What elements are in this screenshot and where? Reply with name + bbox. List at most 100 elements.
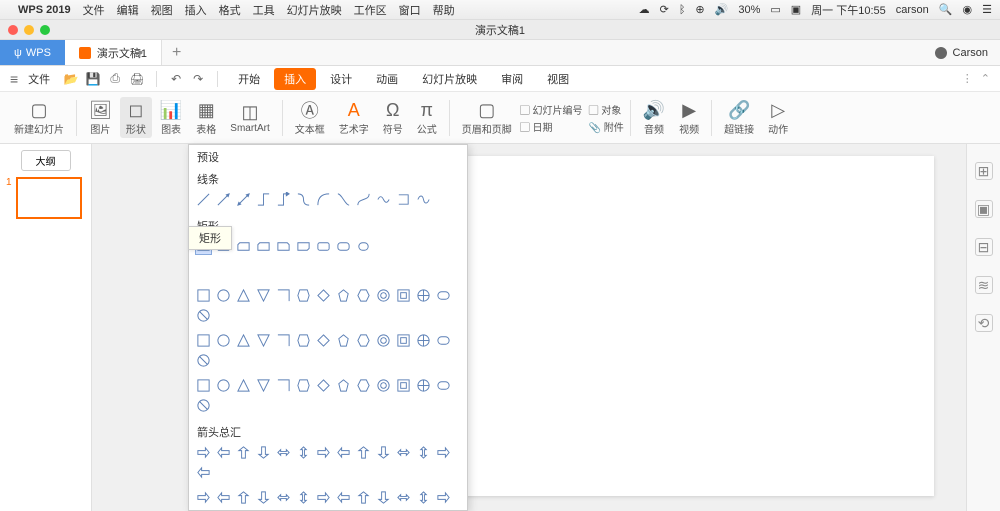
outline-button[interactable]: 大纲 bbox=[21, 150, 71, 171]
insert-chart-button[interactable]: 📊图表 bbox=[154, 97, 188, 138]
hamburger-icon[interactable]: ≡ bbox=[10, 71, 18, 87]
insert-textbox-button[interactable]: Ⓐ文本框 bbox=[289, 97, 331, 138]
shape-item[interactable] bbox=[395, 489, 412, 506]
date-button[interactable]: ▢ 日期 bbox=[520, 119, 583, 134]
shape-item[interactable] bbox=[395, 191, 412, 208]
shape-item[interactable] bbox=[295, 444, 312, 461]
shape-item[interactable] bbox=[235, 377, 252, 394]
shape-item[interactable] bbox=[235, 287, 252, 304]
insert-video-button[interactable]: ▶视频 bbox=[673, 97, 705, 138]
shape-item[interactable] bbox=[355, 332, 372, 349]
file-menu[interactable]: 文件 bbox=[28, 71, 50, 87]
shape-item[interactable] bbox=[335, 377, 352, 394]
shape-item[interactable] bbox=[215, 377, 232, 394]
shape-item[interactable] bbox=[295, 191, 312, 208]
shape-item[interactable] bbox=[295, 332, 312, 349]
shape-item[interactable] bbox=[255, 332, 272, 349]
shape-item[interactable] bbox=[295, 489, 312, 506]
shape-item[interactable] bbox=[315, 377, 332, 394]
shape-item[interactable] bbox=[215, 489, 232, 506]
slide-thumbnail[interactable] bbox=[16, 177, 82, 219]
open-icon[interactable]: 📂 bbox=[62, 70, 80, 88]
user-label[interactable]: carson bbox=[896, 4, 929, 16]
add-tab-button[interactable]: + bbox=[162, 40, 191, 65]
minimize-window-button[interactable] bbox=[24, 25, 34, 35]
shape-item[interactable] bbox=[235, 489, 252, 506]
menu-edit[interactable]: 编辑 bbox=[117, 2, 139, 18]
shape-item[interactable] bbox=[195, 489, 212, 506]
shape-item[interactable] bbox=[215, 444, 232, 461]
notification-icon[interactable]: ☰ bbox=[982, 3, 992, 16]
shape-item[interactable] bbox=[195, 444, 212, 461]
shape-item[interactable] bbox=[275, 489, 292, 506]
bluetooth-icon[interactable]: ᛒ bbox=[679, 4, 686, 16]
shape-item[interactable] bbox=[355, 489, 372, 506]
ribbon-tab-start[interactable]: 开始 bbox=[228, 71, 270, 87]
shape-item[interactable] bbox=[195, 509, 212, 510]
shape-item[interactable] bbox=[255, 238, 272, 255]
panel-history-icon[interactable]: ⟲ bbox=[975, 314, 993, 332]
slide-canvas[interactable] bbox=[414, 156, 934, 496]
battery-icon[interactable]: ▭ bbox=[770, 3, 780, 16]
close-window-button[interactable] bbox=[8, 25, 18, 35]
undo-icon[interactable]: ↶ bbox=[167, 70, 185, 88]
shape-item[interactable] bbox=[235, 332, 252, 349]
ribbon-collapse-icon[interactable]: ⌃ bbox=[981, 72, 990, 85]
shape-item[interactable] bbox=[295, 238, 312, 255]
shape-item[interactable] bbox=[395, 332, 412, 349]
user-account[interactable]: Carson bbox=[923, 40, 1000, 65]
menu-slideshow[interactable]: 幻灯片放映 bbox=[287, 2, 342, 18]
shape-item[interactable] bbox=[375, 377, 392, 394]
shape-item[interactable] bbox=[195, 191, 212, 208]
siri-icon[interactable]: ◉ bbox=[963, 3, 973, 16]
shape-item[interactable] bbox=[315, 191, 332, 208]
shape-item[interactable] bbox=[315, 238, 332, 255]
app-name[interactable]: WPS 2019 bbox=[18, 4, 71, 16]
insert-audio-button[interactable]: 🔊音频 bbox=[637, 97, 671, 138]
shape-item[interactable] bbox=[375, 287, 392, 304]
new-slide-button[interactable]: ▢新建幻灯片 bbox=[8, 97, 70, 138]
shape-item[interactable] bbox=[215, 287, 232, 304]
menu-file[interactable]: 文件 bbox=[83, 2, 105, 18]
shape-item[interactable] bbox=[295, 377, 312, 394]
print-icon[interactable]: ⎙ bbox=[106, 70, 124, 88]
shape-item[interactable] bbox=[195, 352, 212, 369]
shape-item[interactable] bbox=[255, 444, 272, 461]
shape-item[interactable] bbox=[255, 191, 272, 208]
search-icon[interactable]: 🔍 bbox=[939, 3, 953, 16]
panel-layout-icon[interactable]: ⊞ bbox=[975, 162, 993, 180]
slide-number-button[interactable]: ▢ 幻灯片编号 bbox=[520, 102, 583, 117]
menu-workspace[interactable]: 工作区 bbox=[354, 2, 387, 18]
ribbon-tab-view[interactable]: 视图 bbox=[537, 71, 579, 87]
wifi-icon[interactable]: ⊕ bbox=[695, 3, 704, 16]
menu-help[interactable]: 帮助 bbox=[433, 2, 455, 18]
shape-item[interactable] bbox=[235, 191, 252, 208]
shape-item[interactable] bbox=[335, 287, 352, 304]
shape-item[interactable] bbox=[395, 287, 412, 304]
shape-item[interactable] bbox=[275, 332, 292, 349]
shape-item[interactable] bbox=[435, 489, 452, 506]
shape-item[interactable] bbox=[355, 444, 372, 461]
menu-format[interactable]: 格式 bbox=[219, 2, 241, 18]
wechat-icon[interactable]: ☁ bbox=[639, 3, 650, 16]
insert-wordart-button[interactable]: A艺术字 bbox=[333, 97, 375, 138]
shape-item[interactable] bbox=[395, 377, 412, 394]
shape-item[interactable] bbox=[435, 287, 452, 304]
volume-icon[interactable]: 🔊 bbox=[715, 3, 729, 16]
shape-item[interactable] bbox=[195, 332, 212, 349]
shape-item[interactable] bbox=[435, 332, 452, 349]
panel-properties-icon[interactable]: ⊟ bbox=[975, 238, 993, 256]
menu-insert[interactable]: 插入 bbox=[185, 2, 207, 18]
shape-item[interactable] bbox=[195, 397, 212, 414]
shape-item[interactable] bbox=[275, 191, 292, 208]
shape-item[interactable] bbox=[215, 191, 232, 208]
ribbon-menu-icon[interactable]: ⋮ bbox=[962, 72, 973, 85]
shape-item[interactable] bbox=[375, 444, 392, 461]
panel-animation-icon[interactable]: ≋ bbox=[975, 276, 993, 294]
shape-item[interactable] bbox=[315, 332, 332, 349]
shape-item[interactable] bbox=[355, 191, 372, 208]
shape-item[interactable] bbox=[255, 377, 272, 394]
shape-item[interactable] bbox=[355, 238, 372, 255]
shape-item[interactable] bbox=[335, 238, 352, 255]
shape-item[interactable] bbox=[335, 191, 352, 208]
